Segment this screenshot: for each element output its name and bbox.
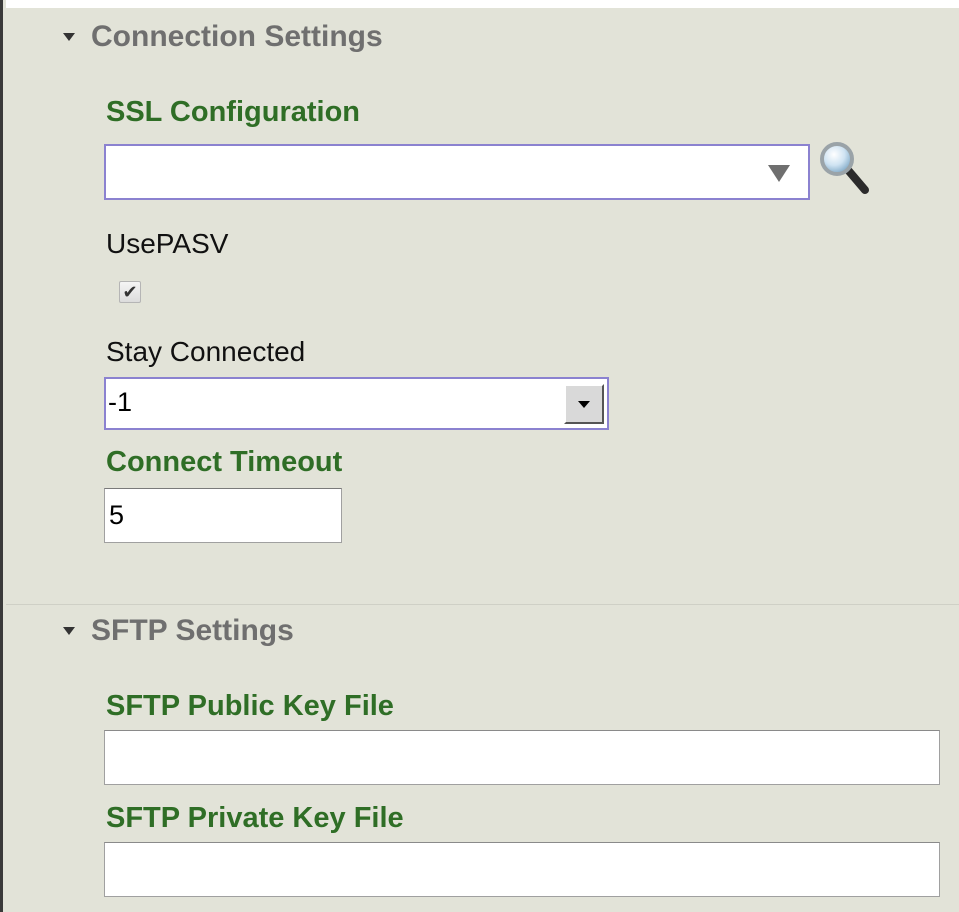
magnifier-icon[interactable] xyxy=(818,140,870,198)
section-divider xyxy=(6,604,959,605)
ssl-configuration-label: SSL Configuration xyxy=(106,96,361,128)
use-pasv-checkbox[interactable]: ✔ xyxy=(119,281,141,303)
top-strip xyxy=(6,0,959,8)
connection-settings-title: Connection Settings xyxy=(91,20,383,53)
dropdown-button[interactable] xyxy=(564,384,604,424)
sftp-public-key-file-label: SFTP Public Key File xyxy=(106,690,394,722)
sftp-settings-title: SFTP Settings xyxy=(91,614,294,647)
dropdown-arrow-icon xyxy=(578,401,590,408)
caret-down-icon[interactable] xyxy=(63,627,75,635)
stay-connected-value: -1 xyxy=(108,387,133,417)
sftp-private-key-file-input[interactable] xyxy=(104,842,940,897)
sftp-private-key-file-label: SFTP Private Key File xyxy=(106,802,404,834)
caret-down-icon[interactable] xyxy=(63,33,75,41)
sftp-settings-header[interactable]: SFTP Settings xyxy=(63,614,294,648)
use-pasv-label: UsePASV xyxy=(106,228,229,259)
checkmark-icon: ✔ xyxy=(122,282,138,302)
dropdown-arrow-icon[interactable] xyxy=(768,165,790,182)
settings-panel: Connection Settings SSL Configuration Us… xyxy=(0,0,959,912)
connect-timeout-label: Connect Timeout xyxy=(106,446,343,478)
ssl-configuration-select[interactable] xyxy=(104,144,810,200)
stay-connected-label: Stay Connected xyxy=(106,336,306,367)
connect-timeout-input[interactable]: 5 xyxy=(104,488,342,543)
stay-connected-select[interactable]: -1 xyxy=(104,377,609,430)
sftp-public-key-file-input[interactable] xyxy=(104,730,940,785)
connection-settings-header[interactable]: Connection Settings xyxy=(63,20,383,54)
